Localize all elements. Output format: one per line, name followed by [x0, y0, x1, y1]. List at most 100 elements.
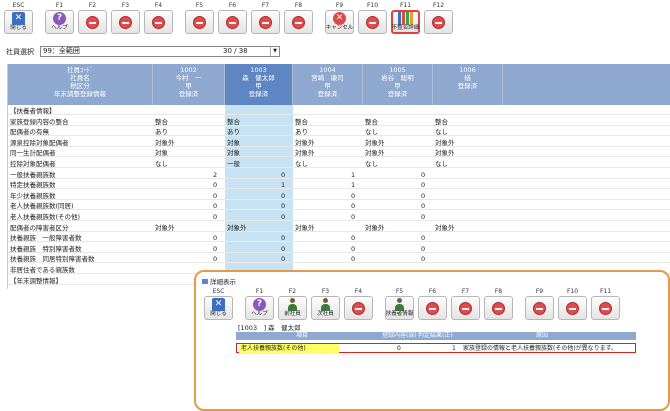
fkey-button[interactable]: [144, 10, 173, 34]
row-label: 年少扶養親族数: [10, 191, 56, 200]
fkey-f9[interactable]: F9 ✕ キャンセル: [323, 2, 356, 34]
fkey-button[interactable]: 不整合詳細: [391, 10, 420, 34]
cell-value: 0: [281, 202, 286, 211]
fkey-button[interactable]: ✕ キャンセル: [325, 10, 354, 34]
employee-column-header[interactable]: 1005 岩谷 聡明甲登録済: [363, 64, 433, 105]
fkey-f11[interactable]: F11 不整合詳細: [389, 2, 422, 34]
fkey-button[interactable]: [111, 10, 140, 34]
fkey-button[interactable]: [218, 10, 247, 34]
fkey-button[interactable]: [484, 296, 513, 320]
cell-value: 1: [351, 181, 356, 190]
fkey-f5[interactable]: F5: [183, 2, 216, 34]
dialog-table-row[interactable]: 老人扶養親族数(その他) 0 1 家族登録の情報と老人扶養親族数(その他)が異な…: [236, 343, 636, 354]
fkey-f3[interactable]: F3: [109, 2, 142, 34]
grid-row[interactable]: 【扶養者情報】: [8, 107, 670, 115]
fkey-f8[interactable]: F8: [282, 2, 315, 34]
header-status: 登録済: [387, 90, 408, 98]
header-code: 1002: [180, 66, 197, 74]
fkey-button[interactable]: [451, 296, 480, 320]
fkey-f4[interactable]: F4: [342, 288, 375, 320]
cell-value: 対象: [155, 149, 168, 158]
grid-row[interactable]: 特定扶養親族数 0 1 1 0: [8, 181, 670, 190]
fkey-f1[interactable]: F1? ヘルプ: [243, 288, 276, 320]
row-label: 扶養親族 一般障害者数: [10, 234, 82, 243]
fkey-f3[interactable]: F3 次社員: [309, 288, 342, 320]
grid-row[interactable]: 扶養親族 同居特別障害者数 0 0 0 0: [8, 255, 670, 264]
chevron-down-icon[interactable]: ▼: [270, 47, 279, 56]
fkey-f12[interactable]: F12: [422, 2, 455, 34]
header-code-label: 社員ｺｰﾄﾞ: [67, 66, 93, 74]
fkey-f6[interactable]: F6: [216, 2, 249, 34]
grid-row[interactable]: 扶養親族 一般障害者数 0 0 0 0: [8, 234, 670, 243]
fkey-f7[interactable]: F7: [249, 2, 282, 34]
fkey-esc[interactable]: ESC ✕ 閉じる: [202, 288, 235, 320]
fkey-f2[interactable]: F2: [76, 2, 109, 34]
fkey-button[interactable]: ✕ 閉じる: [204, 296, 233, 320]
disabled-icon: [152, 15, 165, 29]
fkey-f1[interactable]: F1? ヘルプ: [43, 2, 76, 34]
grid-row[interactable]: 扶養親族 特別障害者数 0 0 0 0: [8, 245, 670, 253]
grid-row[interactable]: 配偶者の有無 あり あり あり なし なし: [8, 128, 670, 137]
cell-value: 0: [421, 181, 426, 190]
fkey-button[interactable]: [344, 296, 373, 320]
header-label-column: 社員ｺｰﾄﾞ 社員名 税区分 年末調整登録情報: [8, 64, 153, 105]
fkey-f5[interactable]: F5 扶養者情報: [383, 288, 416, 320]
fkey-caption: F12: [432, 2, 445, 9]
header-code: 1004: [319, 66, 336, 74]
employee-select-dropdown[interactable]: 99：全範囲 30 / 38 ▼: [40, 46, 280, 57]
fkey-button[interactable]: [251, 10, 280, 34]
fkey-button[interactable]: [525, 296, 554, 320]
fkey-button[interactable]: 前社員: [278, 296, 307, 320]
fkey-button[interactable]: [78, 10, 107, 34]
fkey-label: 閉じる: [210, 311, 227, 317]
person-icon: [286, 298, 299, 311]
fkey-button[interactable]: [418, 296, 447, 320]
fkey-button[interactable]: [185, 10, 214, 34]
fkey-button[interactable]: ? ヘルプ: [245, 296, 274, 320]
fkey-f7[interactable]: F7: [449, 288, 482, 320]
row-label: 非居住者である親族数: [10, 266, 75, 274]
cell-value: 対象外: [295, 223, 315, 232]
grid-row[interactable]: 控除対象配偶者 なし 一般 なし なし なし: [8, 160, 670, 168]
fkey-button[interactable]: ? ヘルプ: [45, 10, 74, 34]
dialog-row-registered: 0: [397, 345, 401, 352]
fkey-f10[interactable]: F10: [356, 2, 389, 34]
fkey-f6[interactable]: F6: [416, 288, 449, 320]
grid-row[interactable]: 年少扶養親族数 0 0 0 0: [8, 192, 670, 200]
fkey-f9[interactable]: F9: [523, 288, 556, 320]
row-label: 同一生計配偶者: [10, 149, 56, 158]
grid-row[interactable]: 老人扶養親族数(その他) 0 0 0 0: [8, 213, 670, 221]
cell-value: 0: [281, 191, 286, 200]
fkey-button[interactable]: 扶養者情報: [385, 296, 414, 320]
employee-column-header[interactable]: 1004 宮崎 康司甲登録済: [293, 64, 363, 105]
grid-row[interactable]: 同一生計配偶者 対象 対象 対象外 対象外 対象外: [8, 149, 670, 158]
grid-row[interactable]: 老人扶養親族数(同居) 0 0 0 0: [8, 202, 670, 211]
binders-icon: [398, 12, 413, 25]
fkey-button[interactable]: ✕ 閉じる: [4, 10, 33, 34]
cell-value: 0: [213, 234, 218, 243]
cell-value: 0: [421, 234, 426, 243]
fkey-f10[interactable]: F10: [556, 288, 589, 320]
grid-row[interactable]: 一般扶養親族数 2 0 1 0: [8, 171, 670, 179]
employee-column-header[interactable]: 1003 森 健太郎甲登録済: [225, 64, 293, 105]
cell-value: 0: [351, 202, 356, 211]
fkey-f11[interactable]: F11: [589, 288, 622, 320]
fkey-button[interactable]: 次社員: [311, 296, 340, 320]
grid-row[interactable]: 源泉控除対象配偶者 対象外 対象 対象外 対象外 対象外: [8, 139, 670, 147]
fkey-button[interactable]: [591, 296, 620, 320]
fkey-button[interactable]: [424, 10, 453, 34]
dialog-title-text: 詳細表示: [210, 278, 236, 286]
fkey-button[interactable]: [358, 10, 387, 34]
grid-row[interactable]: 家族登録内容の整合 整合 整合 整合 整合 整合: [8, 118, 670, 126]
fkey-button[interactable]: [558, 296, 587, 320]
fkey-f8[interactable]: F8: [482, 288, 515, 320]
employee-column-header[interactable]: 1006 楢 登録済: [433, 64, 503, 105]
grid-row[interactable]: 配偶者の障害者区分 対象外 対象外 対象外 対象外 対象外: [8, 224, 670, 232]
employee-column-header[interactable]: 1002 今村 一甲登録済: [153, 64, 225, 105]
fkey-button[interactable]: [284, 10, 313, 34]
fkey-caption: F4: [354, 288, 363, 295]
fkey-esc[interactable]: ESC ✕ 閉じる: [2, 2, 35, 34]
cell-value: 0: [213, 255, 218, 264]
fkey-f2[interactable]: F2 前社員: [276, 288, 309, 320]
fkey-f4[interactable]: F4: [142, 2, 175, 34]
